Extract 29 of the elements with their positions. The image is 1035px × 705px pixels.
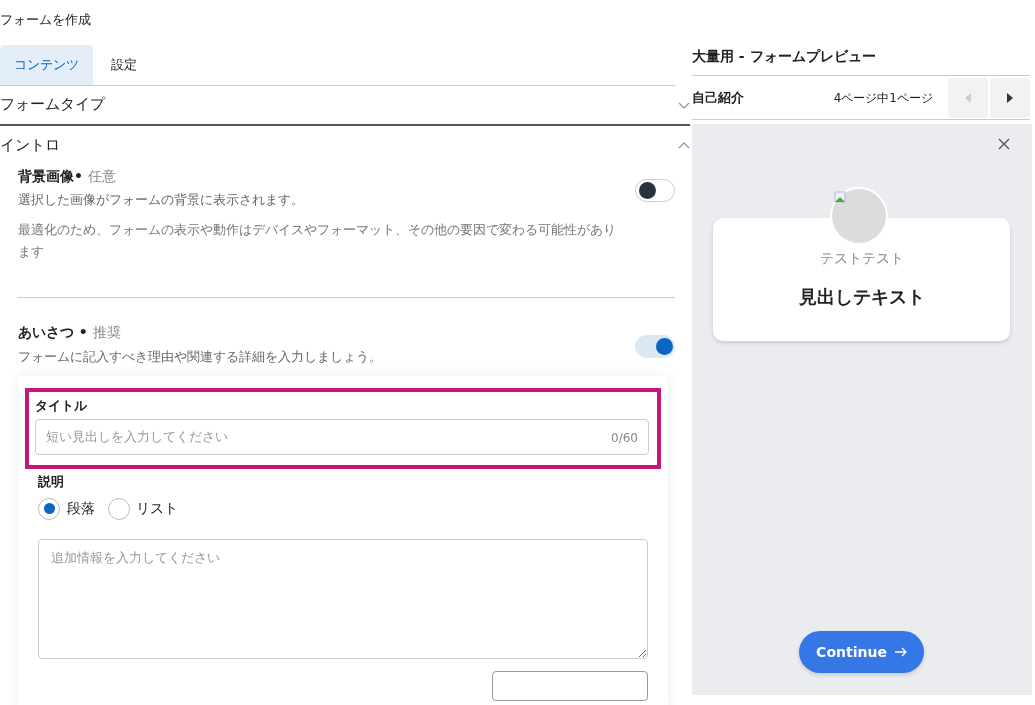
preview-subtitle: テストテスト <box>818 249 905 268</box>
tab[interactable]: 設定 <box>97 45 151 85</box>
outlined-button[interactable] <box>492 671 648 702</box>
triangle-right-icon[interactable] <box>1007 92 1013 103</box>
section-title: イントロ <box>0 135 60 157</box>
field-label: 説明 <box>38 472 65 491</box>
page-name: 自己紹介 <box>692 88 744 107</box>
setting-label: あいさつ • 推奨 <box>18 323 122 343</box>
radio-label: リスト <box>136 499 178 519</box>
page-indicator: 4ページ中1ページ <box>833 89 933 107</box>
preview-title: 大量用 - フォームプレビュー <box>692 46 1030 76</box>
setting-label: 背景画像• 任意 <box>18 166 117 186</box>
toggle-switch[interactable] <box>635 335 675 359</box>
setting-description: 選択した画像がフォームの背景に表示されます。 <box>18 190 304 209</box>
field-label: タイトル <box>35 397 88 416</box>
toggle-switch[interactable] <box>635 178 675 202</box>
broken-image-icon <box>834 191 846 203</box>
page-title: フォームを作成 <box>0 11 92 29</box>
continue-button[interactable]: Continue <box>799 631 924 673</box>
close-icon[interactable] <box>998 138 1010 150</box>
description-textarea[interactable]: 追加情報を入力してください <box>38 539 648 660</box>
radio-label: 段落 <box>66 499 95 519</box>
setting-note: 最適化のため、フォームの表示や動作はデバイスやフォーマット、その他の要因で変わる可能性があります <box>18 221 617 262</box>
setting-description: フォームに記入すべき理由や関連する詳細を入力しましょう。 <box>18 347 382 366</box>
character-counter: 0/60 <box>611 429 638 447</box>
arrow-right-icon[interactable] <box>894 647 907 657</box>
section-title: フォームタイプ <box>0 94 105 116</box>
preview-heading: 見出しテキスト <box>797 285 926 309</box>
tab[interactable]: コンテンツ <box>0 45 93 85</box>
